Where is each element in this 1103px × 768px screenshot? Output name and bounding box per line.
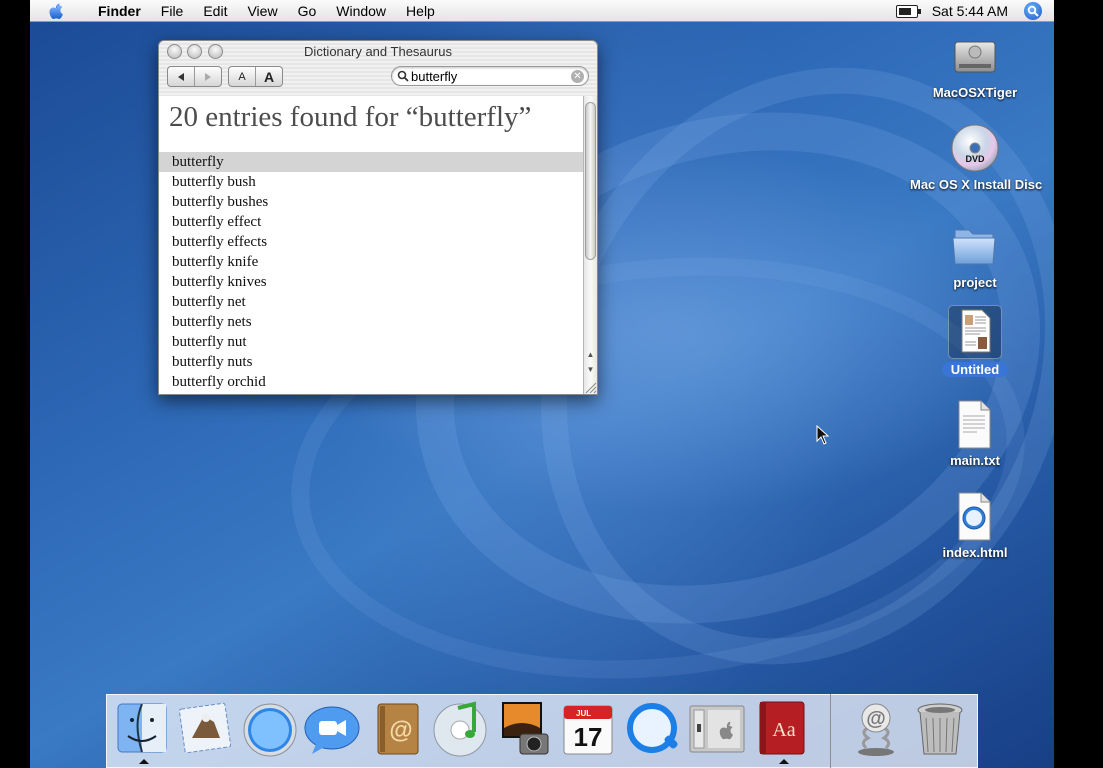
dock-separator[interactable]: [830, 694, 831, 768]
text-file-icon: [949, 398, 1001, 450]
desktop-icon-label: MacOSXTiger: [932, 85, 1018, 100]
ical-month: JUL: [576, 709, 591, 718]
search-field[interactable]: ✕: [391, 66, 589, 86]
desktop-icon-install-disc[interactable]: DVD Mac OS X Install Disc: [910, 122, 1043, 192]
dictionary-aa: Aa: [772, 719, 795, 741]
hard-drive-icon: [949, 30, 1001, 82]
entry-item[interactable]: butterfly nuts: [159, 352, 584, 372]
font-smaller-button[interactable]: A: [229, 67, 255, 86]
font-larger-button[interactable]: A: [255, 67, 282, 86]
scroll-up-arrow[interactable]: ▲: [585, 349, 596, 361]
document-icon: [948, 305, 1002, 359]
address-book-icon[interactable]: @: [368, 698, 428, 758]
dictionary-window: Dictionary and Thesaurus A A ✕ 20 entri: [158, 40, 598, 395]
back-button[interactable]: [168, 67, 194, 86]
finder-icon[interactable]: [112, 698, 172, 764]
window-title: Dictionary and Thesaurus: [304, 44, 452, 59]
spotlight-icon[interactable]: [1024, 2, 1042, 20]
iphoto-icon[interactable]: [494, 698, 554, 758]
clear-search-icon[interactable]: ✕: [571, 70, 584, 83]
system-preferences-icon[interactable]: [686, 698, 746, 758]
desktop-icon-label: project: [953, 275, 997, 290]
scroll-down-arrow[interactable]: ▼: [585, 364, 596, 376]
menu-finder[interactable]: Finder: [98, 3, 141, 19]
forward-button[interactable]: [194, 67, 221, 86]
entry-item[interactable]: butterfly net: [159, 292, 584, 312]
svg-text:DVD: DVD: [965, 154, 985, 164]
entry-item[interactable]: butterfly nets: [159, 312, 584, 332]
desktop-icon-untitled[interactable]: Untitled: [910, 305, 1040, 377]
results-pane: 20 entries found for “butterfly” butterf…: [159, 96, 584, 394]
entry-item[interactable]: butterfly bushes: [159, 192, 584, 212]
entry-item[interactable]: butterfly effect: [159, 212, 584, 232]
menu-view[interactable]: View: [247, 3, 277, 19]
ichat-icon[interactable]: [302, 698, 362, 758]
desktop-icon-macosxtiger[interactable]: MacOSXTiger: [910, 30, 1040, 100]
safari-icon[interactable]: [240, 698, 300, 758]
entry-item[interactable]: butterfly orchid: [159, 372, 584, 392]
entry-item[interactable]: butterfly effects: [159, 232, 584, 252]
desktop-icon-label: Untitled: [910, 362, 1040, 377]
menu-help[interactable]: Help: [406, 3, 435, 19]
desktop-icon-index-html[interactable]: index.html: [910, 490, 1040, 560]
search-input[interactable]: [411, 68, 561, 84]
mail-icon[interactable]: [176, 698, 236, 758]
font-size-control: A A: [228, 66, 283, 87]
dvd-icon: DVD: [949, 122, 1001, 174]
html-file-icon: [949, 490, 1001, 542]
apple-menu-icon[interactable]: [48, 2, 65, 23]
vertical-scrollbar[interactable]: ▲ ▼: [583, 96, 597, 394]
entry-item[interactable]: butterfly bush: [159, 172, 584, 192]
history-nav: [167, 66, 222, 87]
trash-icon[interactable]: [910, 698, 970, 758]
desktop-icon-label: Mac OS X Install Disc: [910, 177, 1043, 192]
itunes-icon[interactable]: [430, 698, 490, 758]
desktop-icon-label: main.txt: [950, 453, 1000, 468]
dock: @ JUL 17 Aa @: [106, 694, 978, 768]
results-heading: 20 entries found for “butterfly”: [169, 101, 532, 133]
desktop[interactable]: Finder File Edit View Go Window Help Sat…: [30, 0, 1054, 768]
back-arrow-icon: [178, 72, 184, 81]
search-icon: [397, 70, 409, 82]
entry-item[interactable]: butterfly: [159, 152, 584, 172]
menu-go[interactable]: Go: [298, 3, 317, 19]
dictionary-icon[interactable]: Aa: [752, 698, 812, 764]
quicktime-icon[interactable]: [624, 698, 684, 758]
svg-text:@: @: [866, 708, 886, 730]
resize-grip-icon[interactable]: [583, 380, 597, 394]
entry-item[interactable]: butterfly nut: [159, 332, 584, 352]
scroll-thumb[interactable]: [585, 102, 596, 260]
menu-file[interactable]: File: [161, 3, 184, 19]
ical-icon[interactable]: JUL 17: [558, 698, 618, 758]
menu-edit[interactable]: Edit: [203, 3, 227, 19]
forward-arrow-icon: [205, 72, 211, 81]
mouse-cursor-icon: [816, 425, 830, 445]
menu-bar: Finder File Edit View Go Window Help Sat…: [30, 0, 1054, 22]
menu-window[interactable]: Window: [336, 3, 386, 19]
folder-icon: [949, 220, 1001, 272]
battery-icon[interactable]: [895, 4, 921, 18]
desktop-icon-label: index.html: [942, 545, 1008, 560]
menu-clock[interactable]: Sat 5:44 AM: [932, 3, 1008, 19]
running-indicator: [779, 759, 789, 764]
ical-day: 17: [574, 722, 603, 752]
desktop-icon-project[interactable]: project: [910, 220, 1040, 290]
window-titlebar[interactable]: Dictionary and Thesaurus A A ✕: [159, 41, 597, 97]
running-indicator: [139, 759, 149, 764]
entries-list: butterfly butterfly bush butterfly bushes b…: [159, 152, 584, 392]
mail-downloads-stack-icon[interactable]: @: [846, 698, 906, 758]
svg-text:@: @: [389, 717, 412, 744]
desktop-icon-main-txt[interactable]: main.txt: [910, 398, 1040, 468]
entry-item[interactable]: butterfly knives: [159, 272, 584, 292]
entry-item[interactable]: butterfly knife: [159, 252, 584, 272]
